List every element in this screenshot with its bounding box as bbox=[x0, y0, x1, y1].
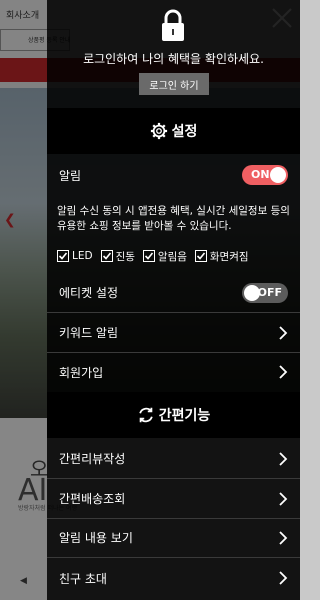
signup-label: 회원가입 bbox=[59, 365, 104, 380]
quick-functions-header: 간편기능 bbox=[47, 392, 300, 438]
side-menu-panel: 로그인하여 나의 혜택을 확인하세요. 로그인 하기 설정 알림 ON 알림 수… bbox=[47, 0, 300, 600]
settings-header: 설정 bbox=[47, 108, 300, 154]
checkbox-led-box[interactable] bbox=[57, 250, 69, 262]
quick-delivery-label: 간편배송조회 bbox=[59, 492, 126, 506]
check-icon bbox=[144, 252, 154, 260]
checkbox-sound[interactable]: 알림음 bbox=[142, 248, 187, 264]
keyword-alert-label: 키워드 알림 bbox=[59, 326, 119, 340]
notification-description: 알림 수신 동의 시 앱전용 혜택, 실시간 세일정보 등의 유용한 쇼핑 정보… bbox=[57, 205, 290, 232]
login-button[interactable]: 로그인 하기 bbox=[139, 73, 209, 95]
etiquette-label: 에티켓 설정 bbox=[59, 286, 119, 300]
gear-icon bbox=[150, 122, 167, 140]
checkbox-led[interactable]: LED bbox=[57, 248, 93, 264]
checkbox-sound-box[interactable] bbox=[142, 250, 155, 262]
lock-icon bbox=[162, 9, 184, 41]
checkbox-sound-label: 알림음 bbox=[157, 250, 187, 263]
invite-friend-label: 친구 초대 bbox=[59, 571, 107, 586]
checkbox-screen-on[interactable]: 화면켜짐 bbox=[194, 248, 249, 264]
checkbox-vibration-label: 진동 bbox=[115, 250, 135, 263]
notification-toggle-label: ON bbox=[251, 168, 270, 181]
chevron-right-icon bbox=[279, 492, 288, 506]
view-notifications-row[interactable]: 알림 내용 보기 bbox=[47, 518, 300, 558]
keyword-alert-row[interactable]: 키워드 알림 bbox=[47, 313, 300, 353]
login-message: 로그인하여 나의 혜택을 확인하세요. bbox=[83, 52, 264, 66]
checkbox-screen-on-label: 화면켜짐 bbox=[209, 250, 249, 263]
checkbox-led-label: LED bbox=[72, 250, 93, 262]
notification-label: 알림 bbox=[59, 168, 82, 183]
etiquette-row: 에티켓 설정 OFF bbox=[47, 273, 300, 313]
check-icon bbox=[196, 252, 206, 260]
quick-delivery-row[interactable]: 간편배송조회 bbox=[47, 479, 300, 519]
notification-options: LED 진동 알림음 화면켜짐 bbox=[57, 248, 297, 264]
settings-header-label: 설정 bbox=[171, 124, 198, 140]
login-section: 로그인하여 나의 혜택을 확인하세요. 로그인 하기 bbox=[47, 0, 300, 108]
quick-functions-header-label: 간편기능 bbox=[158, 408, 211, 424]
check-icon bbox=[102, 252, 111, 260]
etiquette-toggle[interactable]: OFF bbox=[242, 283, 288, 303]
view-notifications-label: 알림 내용 보기 bbox=[59, 531, 133, 545]
chevron-right-icon bbox=[279, 571, 288, 585]
check-icon bbox=[58, 252, 68, 260]
checkbox-vibration-box[interactable] bbox=[100, 250, 113, 262]
notification-toggle[interactable]: ON bbox=[242, 165, 288, 185]
chevron-right-icon bbox=[279, 531, 288, 545]
chevron-right-icon bbox=[279, 452, 288, 466]
checkbox-screen-on-box[interactable] bbox=[194, 250, 207, 262]
checkbox-vibration[interactable]: 진동 bbox=[100, 248, 135, 264]
chevron-right-icon bbox=[279, 326, 288, 340]
signup-row[interactable]: 회원가입 bbox=[47, 352, 300, 392]
refresh-icon bbox=[139, 407, 153, 423]
quick-review-row[interactable]: 간편리뷰작성 bbox=[47, 439, 300, 479]
quick-review-label: 간편리뷰작성 bbox=[59, 452, 126, 466]
notification-row: 알림 ON bbox=[47, 155, 300, 195]
invite-friend-row[interactable]: 친구 초대 bbox=[47, 558, 300, 598]
chevron-right-icon bbox=[279, 365, 288, 379]
toggle-knob bbox=[270, 167, 286, 183]
etiquette-toggle-label: OFF bbox=[257, 286, 282, 299]
